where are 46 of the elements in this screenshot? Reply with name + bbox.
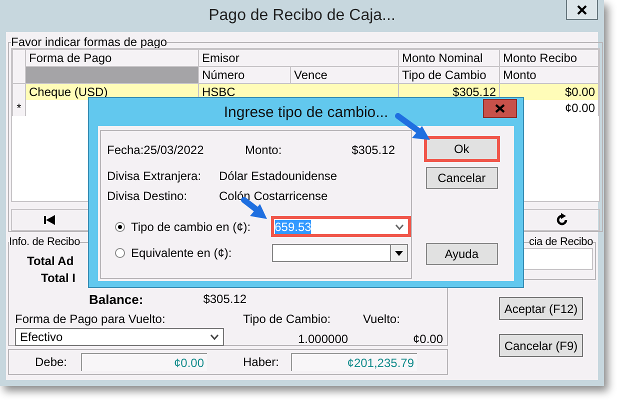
action-button[interactable]: Aceptar (F12) (499, 297, 583, 320)
table-cell: $0.00 (564, 85, 595, 99)
dialog-button[interactable]: Ok (424, 136, 500, 162)
field-label: Forma de Pago para Vuelto: (15, 312, 166, 326)
field-label: Vuelto: (363, 312, 401, 326)
change-value: ¢0.00 (412, 332, 443, 346)
field-label: Divisa Destino: (107, 189, 188, 203)
dialog-title: Ingrese tipo de cambio... (224, 104, 388, 120)
table-cell: Cheque (USD) (29, 85, 108, 99)
column-header: Tipo de Cambio (398, 66, 500, 84)
haber-field: ¢201,235.79 (291, 353, 417, 371)
field-label: Monto: (245, 143, 283, 157)
group-title: Favor indicar formas de pago (11, 36, 168, 48)
group-title: Info. de Recibo (9, 236, 80, 248)
balance-value: $305.12 (203, 292, 247, 307)
column-header: Monto Recibo (500, 50, 598, 66)
exchange-rate-value: 1.000000 (297, 332, 350, 346)
debe-field: ¢0.00 (81, 353, 207, 371)
column-header: Monto Nominal (398, 50, 500, 66)
total-label: Total Ad (27, 254, 74, 268)
radio-option[interactable]: Tipo de cambio en (¢): (115, 220, 251, 234)
column-header: Emisor (198, 50, 398, 66)
payment-method-select[interactable]: Efectivo (15, 328, 224, 346)
balance-label: Balance: (89, 292, 144, 307)
field-label: Divisa Extranjera: (107, 169, 202, 183)
dialog-button[interactable]: Cancelar (426, 167, 498, 189)
column-header: Monto (500, 66, 598, 84)
dialog-button[interactable]: Ayuda (426, 243, 498, 265)
column-header: Forma de Pago (26, 50, 198, 66)
total-label: Total I (41, 271, 76, 285)
row-marker: * (16, 101, 22, 115)
group-title: cia de Recibo (528, 236, 593, 248)
table-cell: ¢0.00 (564, 101, 595, 115)
table-cell: $305.12 (452, 85, 496, 99)
column-header: Número (198, 66, 290, 84)
table-cell: HSBC (202, 85, 236, 99)
window-title: Pago de Recibo de Caja... (208, 7, 396, 25)
column-header: Vence (290, 66, 398, 84)
field-label: Debe: (34, 355, 68, 369)
amount-value: $305.12 (350, 143, 395, 157)
field-value: Dólar Estadounidense (219, 169, 338, 183)
action-button[interactable]: Cancelar (F9) (499, 334, 583, 357)
field-label: Haber: (242, 355, 280, 369)
field-label: Tipo de Cambio: (243, 312, 332, 326)
radio-option[interactable]: Equivalente en (¢): (115, 246, 232, 260)
date-label: Fecha:25/03/2022 (107, 143, 205, 157)
